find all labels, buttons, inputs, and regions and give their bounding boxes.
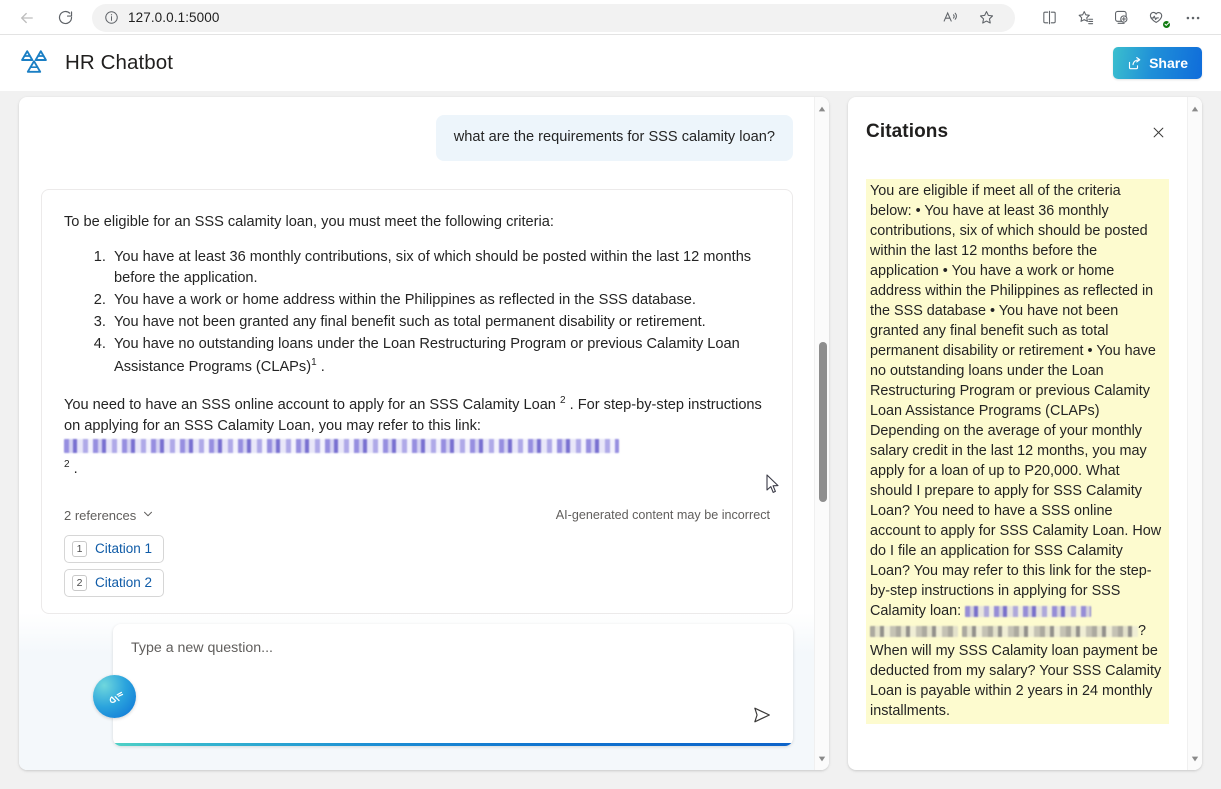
collections-icon[interactable] (1103, 3, 1139, 33)
answer-paragraph: You need to have an SSS online account t… (64, 394, 770, 480)
page-title: HR Chatbot (65, 51, 174, 74)
split-screen-icon[interactable] (1031, 3, 1067, 33)
site-info-icon[interactable] (104, 10, 119, 25)
browser-refresh-button[interactable] (48, 3, 82, 33)
share-icon (1129, 56, 1141, 69)
composer-area: Type a new question... (19, 613, 829, 770)
chevron-down-icon (142, 508, 154, 523)
clear-chat-button[interactable] (93, 675, 136, 718)
send-button[interactable] (749, 702, 775, 728)
inline-citation-ref[interactable]: 2 (64, 459, 70, 470)
citation-chip-number: 2 (72, 574, 87, 591)
list-item: You have a work or home address within t… (110, 290, 770, 311)
favorites-list-icon[interactable] (1067, 3, 1103, 33)
list-item: You have not been granted any final bene… (110, 312, 770, 333)
app-logo-icon (19, 48, 49, 78)
citation-highlight-text: You are eligible if meet all of the crit… (866, 179, 1169, 725)
url-text: 127.0.0.1:5000 (128, 10, 220, 25)
citations-panel: Citations You are eligible if meet all o… (848, 97, 1202, 770)
citations-header: Citations (866, 113, 1169, 143)
scroll-up-arrow-icon[interactable] (815, 101, 829, 116)
browser-essentials-icon[interactable] (1139, 3, 1175, 33)
citation-text-part2: ? When will my SSS Calamity loan payment… (870, 623, 1162, 720)
citation-chip-2[interactable]: 2 Citation 2 (64, 568, 165, 597)
list-item-text: You have no outstanding loans under the … (114, 336, 740, 375)
citation-text-part1: You are eligible if meet all of the crit… (870, 183, 1162, 620)
list-item: You have no outstanding loans under the … (110, 334, 770, 377)
favorite-star-icon[interactable] (969, 3, 1003, 33)
redacted-link[interactable] (64, 438, 619, 453)
user-message-row: what are the requirements for SSS calami… (41, 115, 793, 161)
composer-accent-underline (113, 743, 793, 746)
user-message-bubble: what are the requirements for SSS calami… (435, 115, 793, 161)
citations-scrollbar[interactable] (1187, 97, 1202, 770)
share-button[interactable]: Share (1113, 47, 1202, 79)
essentials-status-badge (1162, 19, 1171, 29)
settings-more-icon[interactable] (1175, 3, 1211, 33)
references-count-label: 2 references (64, 507, 137, 523)
citation-chip-list: 1 Citation 1 2 Citation 2 (64, 534, 770, 597)
chat-scrollbar[interactable] (814, 97, 829, 770)
browser-back-button[interactable] (10, 3, 44, 33)
read-aloud-icon[interactable] (933, 3, 967, 33)
inline-citation-ref[interactable]: 2 (560, 395, 566, 406)
browser-toolbar: 127.0.0.1:5000 (0, 0, 1221, 35)
scroll-down-arrow-icon[interactable] (815, 751, 829, 766)
answer-paragraph-tail: . (73, 460, 78, 477)
citations-scroll-region: Citations You are eligible if meet all o… (848, 97, 1187, 770)
citations-title: Citations (866, 121, 949, 142)
share-button-label: Share (1149, 55, 1188, 71)
citation-chip-number: 1 (72, 540, 87, 557)
broom-icon (109, 691, 123, 703)
assistant-answer-card: To be eligible for an SSS calamity loan,… (41, 188, 793, 614)
question-input-placeholder: Type a new question... (131, 640, 273, 656)
references-row: 2 references AI-generated content may be… (64, 508, 770, 523)
list-item: You have at least 36 monthly contributio… (110, 247, 770, 289)
citation-chip-label: Citation 2 (95, 575, 153, 591)
references-toggle[interactable]: 2 references (64, 508, 154, 523)
address-bar[interactable]: 127.0.0.1:5000 (92, 3, 1015, 33)
ai-disclaimer-text: AI-generated content may be incorrect (555, 508, 770, 523)
answer-paragraph-part1: You need to have an SSS online account t… (64, 396, 556, 413)
send-icon (754, 707, 770, 723)
redacted-citation-link-3 (962, 626, 1138, 638)
scroll-up-arrow-icon[interactable] (1188, 101, 1202, 116)
citation-chip-1[interactable]: 1 Citation 1 (64, 534, 165, 563)
list-item-tail: . (320, 358, 325, 375)
scroll-down-arrow-icon[interactable] (1188, 751, 1202, 766)
inline-citation-ref[interactable]: 1 (311, 357, 317, 368)
redacted-citation-link-2 (870, 626, 958, 638)
redacted-citation-link-1 (965, 606, 1092, 618)
answer-intro-text: To be eligible for an SSS calamity loan,… (64, 213, 554, 230)
close-icon[interactable] (1147, 121, 1169, 143)
toolbar-divider (0, 34, 1221, 35)
app-header: HR Chatbot Share (0, 35, 1221, 91)
page-body: what are the requirements for SSS calami… (0, 91, 1221, 789)
answer-criteria-list: You have at least 36 monthly contributio… (64, 247, 770, 378)
chat-scrollbar-thumb[interactable] (818, 342, 827, 502)
question-input-box[interactable]: Type a new question... (113, 624, 793, 746)
chat-panel: what are the requirements for SSS calami… (19, 97, 829, 770)
citation-chip-label: Citation 1 (95, 541, 153, 557)
browser-actions (1025, 3, 1211, 33)
